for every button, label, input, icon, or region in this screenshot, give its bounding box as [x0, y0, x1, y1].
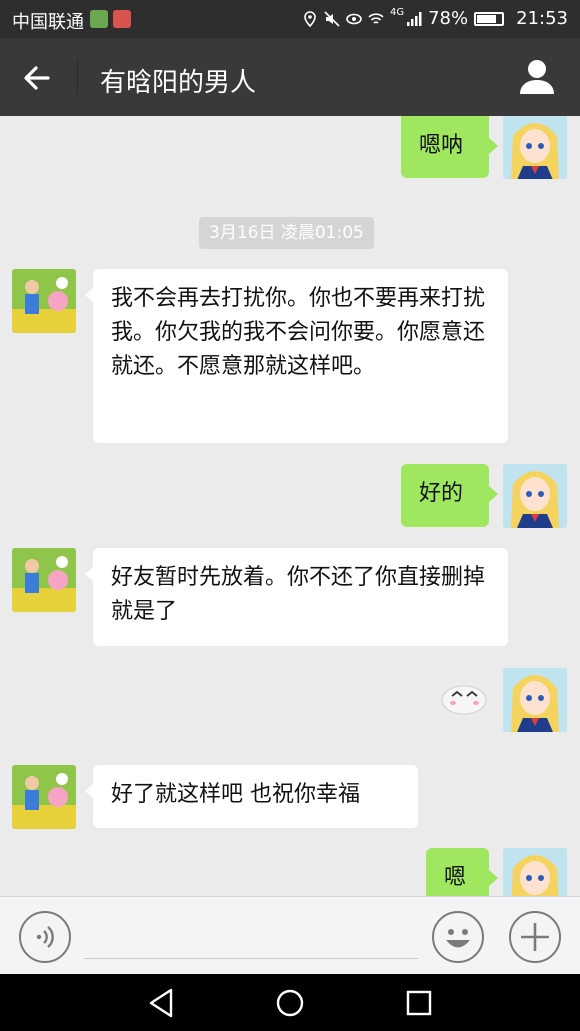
home-circle-icon[interactable]	[273, 986, 307, 1020]
status-bar: 中国联通 4G 78% 21:53	[0, 0, 580, 38]
contact-avatar-image	[12, 548, 76, 612]
message-text: 好友暂时先放着。你不还了你直接删掉就是了	[111, 565, 486, 624]
message-text: 嗯	[444, 865, 467, 890]
system-nav-bar	[0, 974, 580, 1031]
plus-icon	[521, 923, 549, 951]
clock: 21:53	[516, 8, 568, 29]
video-notification-icon	[113, 10, 131, 28]
blob-sticker-icon	[441, 685, 487, 715]
message-input[interactable]	[84, 917, 418, 959]
sticker-message[interactable]	[440, 676, 488, 716]
my-avatar-image	[503, 668, 567, 732]
message-bubble-in[interactable]: 我不会再去打扰你。你也不要再来打扰我。你欠我的我不会问你要。你愿意还就还。不愿意…	[85, 269, 508, 443]
emoji-icon	[446, 929, 470, 948]
app-notification-icon	[90, 10, 108, 28]
my-avatar[interactable]	[503, 116, 567, 179]
wifi-icon	[368, 12, 384, 24]
input-bar	[0, 896, 580, 974]
my-avatar[interactable]	[503, 464, 567, 528]
chat-list[interactable]: 嗯呐 3月16日 凌晨01:05 我不会再去打扰你。你也不要再来打扰我。你欠我的…	[0, 116, 580, 896]
message-text: 我不会再去打扰你。你也不要再来打扰我。你欠我的我不会问你要。你愿意还就还。不愿意…	[111, 286, 486, 379]
location-icon	[304, 10, 316, 27]
message-bubble-in[interactable]: 好友暂时先放着。你不还了你直接删掉就是了	[85, 548, 508, 646]
my-avatar-image	[503, 464, 567, 528]
contact-avatar[interactable]	[12, 548, 76, 612]
contact-avatar-image	[12, 765, 76, 829]
message-text: 好的	[419, 481, 464, 506]
battery-percent: 78%	[428, 8, 469, 29]
message-text: 好了就这样吧 也祝你幸福	[111, 782, 360, 807]
contact-avatar[interactable]	[12, 269, 76, 333]
back-triangle-icon[interactable]	[145, 986, 179, 1020]
message-bubble-out[interactable]: 嗯	[426, 848, 498, 896]
more-button[interactable]	[509, 911, 561, 963]
arrow-left-icon	[24, 66, 50, 90]
message-bubble-out[interactable]: 好的	[401, 464, 498, 527]
message-bubble-in[interactable]: 好了就这样吧 也祝你幸福	[85, 765, 418, 828]
message-text: 嗯呐	[419, 133, 464, 158]
network-label: 4G	[389, 7, 405, 18]
my-avatar-image	[503, 116, 567, 179]
contact-avatar[interactable]	[12, 765, 76, 829]
signal-icon	[407, 11, 422, 26]
emoji-button[interactable]	[432, 911, 484, 963]
chat-title: 有晗阳的男人	[100, 68, 257, 98]
mute-icon	[324, 10, 340, 27]
my-avatar-image	[503, 848, 567, 896]
carrier-label: 中国联通	[12, 12, 84, 33]
contact-avatar-image	[12, 269, 76, 333]
recents-square-icon[interactable]	[402, 986, 436, 1020]
back-button[interactable]	[16, 58, 60, 98]
my-avatar[interactable]	[503, 848, 567, 896]
timestamp: 3月16日 凌晨01:05	[199, 217, 374, 249]
message-bubble-out[interactable]: 嗯呐	[401, 116, 498, 178]
status-right: 4G 78% 21:53	[302, 7, 568, 29]
header-divider	[77, 60, 78, 94]
voice-icon	[36, 926, 54, 948]
my-avatar[interactable]	[503, 668, 567, 732]
battery-icon	[474, 11, 505, 26]
chat-header: 有晗阳的男人	[0, 38, 580, 116]
person-icon	[520, 60, 554, 94]
voice-button[interactable]	[19, 911, 71, 963]
chat-info-button[interactable]	[516, 56, 558, 98]
eye-icon	[346, 13, 362, 24]
